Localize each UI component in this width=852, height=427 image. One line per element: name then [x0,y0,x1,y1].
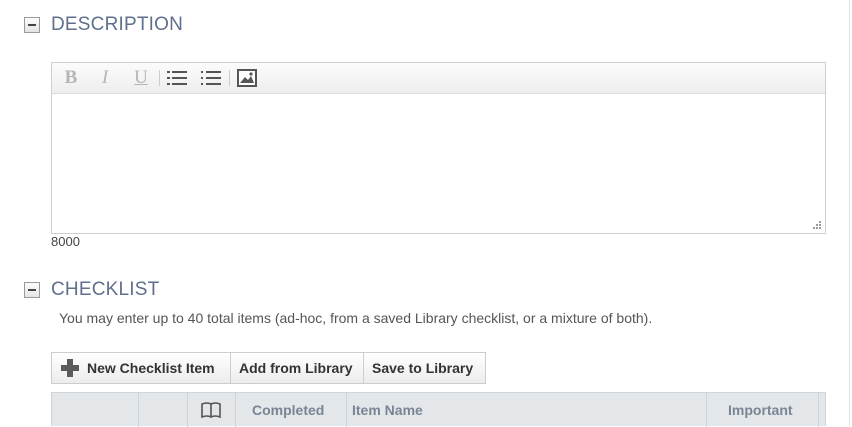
page-right-border [849,0,850,426]
bold-label: B [64,67,78,88]
add-from-library-label: Add from Library [239,360,353,376]
checklist-note: You may enter up to 40 total items (ad-h… [59,310,653,326]
column-header-completed-label: Completed [252,402,325,418]
plus-icon [60,358,80,378]
checklist-collapse-button[interactable] [24,282,40,298]
description-section-header: DESCRIPTION [24,13,183,37]
image-icon [237,69,257,87]
checklist-button-group: New Checklist Item Add from Library Save… [51,352,486,384]
bold-button[interactable]: B [61,67,81,89]
description-editor: B I U [51,62,826,234]
checklist-table-header: Completed Item Name Important [51,392,826,427]
column-header-library[interactable] [187,393,236,427]
unordered-list-button[interactable] [199,67,223,89]
toolbar-separator [159,70,160,86]
description-section-title: DESCRIPTION [51,14,184,35]
editor-toolbar: B I U [52,63,825,94]
checklist-section-title: CHECKLIST [51,279,160,300]
new-checklist-item-button[interactable]: New Checklist Item [51,352,231,384]
new-checklist-item-label: New Checklist Item [87,360,215,376]
insert-image-button[interactable] [235,67,259,89]
save-to-library-label: Save to Library [372,360,474,376]
add-from-library-button[interactable]: Add from Library [231,352,364,384]
checklist-section-header: CHECKLIST [24,278,159,302]
toolbar-separator [229,70,230,86]
resize-handle-icon[interactable] [812,220,822,230]
character-count: 8000 [51,234,80,249]
ordered-list-icon [167,71,187,85]
book-icon [201,401,221,418]
column-header-2 [138,393,188,427]
underline-button[interactable]: U [130,67,152,89]
underline-label: U [134,67,148,88]
column-header-completed[interactable]: Completed [235,393,347,427]
description-text-area[interactable] [52,94,825,233]
unordered-list-icon [201,71,221,85]
column-header-important-label: Important [728,402,793,418]
description-collapse-button[interactable] [24,17,40,33]
italic-label: I [101,67,109,88]
column-header-item-name-label: Item Name [352,402,423,418]
italic-button[interactable]: I [95,67,115,89]
save-to-library-button[interactable]: Save to Library [364,352,486,384]
column-header-item-name[interactable]: Item Name [346,393,707,427]
column-header-important[interactable]: Important [706,393,819,427]
column-header-1 [52,393,139,427]
ordered-list-button[interactable] [165,67,189,89]
